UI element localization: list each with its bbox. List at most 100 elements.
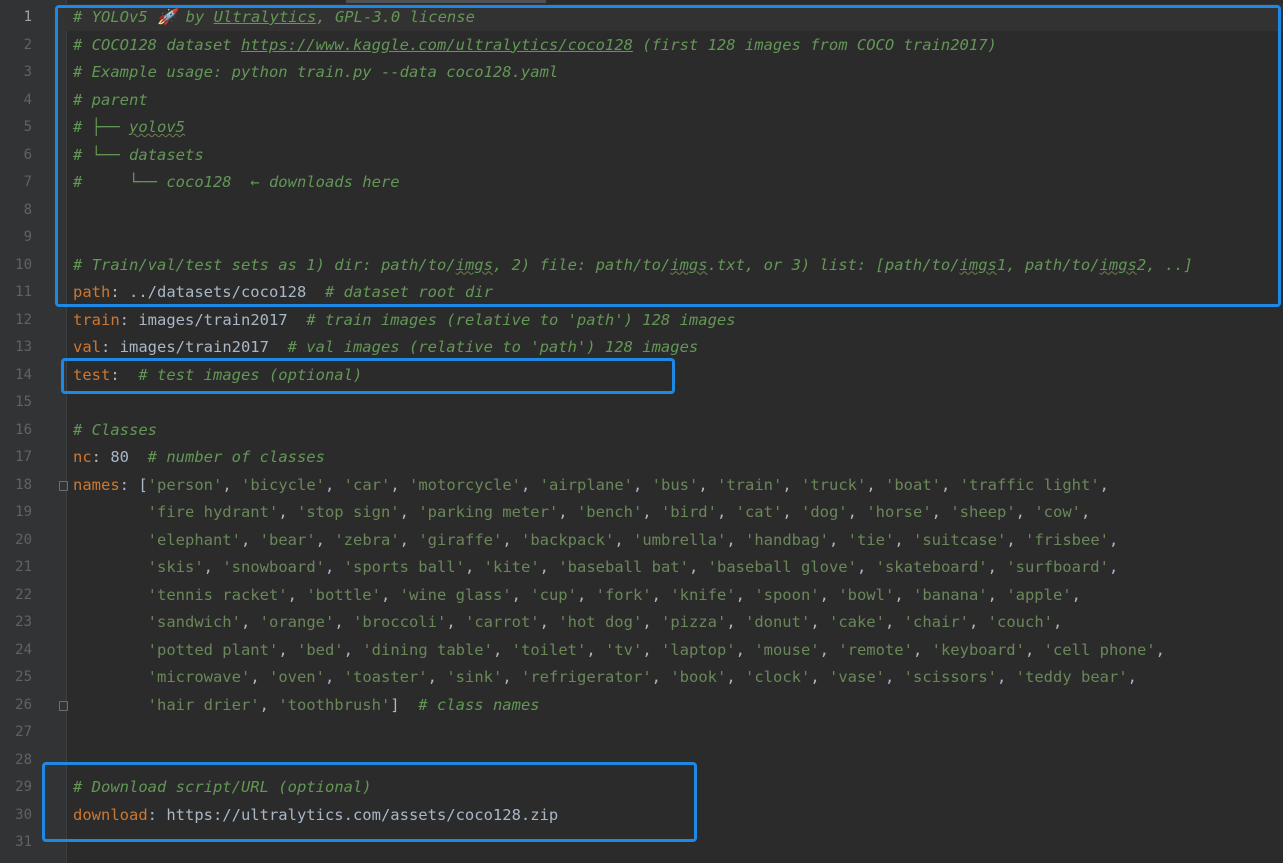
code-token: 'traffic light' <box>959 475 1100 494</box>
code-token: , <box>1015 503 1035 521</box>
code-line[interactable]: 12 train: images/train2017 # train images… <box>0 307 1283 335</box>
code-token: 'bottle' <box>306 585 381 604</box>
code-text: path: ../datasets/coco128 # dataset root… <box>73 279 493 307</box>
code-token: , <box>941 475 960 494</box>
code-token: # COCO128 dataset <box>73 35 241 54</box>
code-line[interactable]: 9 <box>0 224 1283 252</box>
code-line[interactable]: 27 <box>0 719 1283 747</box>
line-number: 24 <box>15 641 32 658</box>
code-token: 'toaster' <box>343 668 428 686</box>
code-token: 2, ..] <box>1136 255 1193 274</box>
code-token: imgs <box>455 255 493 274</box>
code-token: , <box>1071 585 1081 604</box>
code-token: , <box>278 640 297 659</box>
code-line[interactable]: 1 # YOLOv5 🚀 by Ultralytics, GPL-3.0 lice… <box>0 4 1283 32</box>
code-token: , <box>633 475 652 494</box>
code-line[interactable]: 10 # Train/val/test sets as 1) dir: path/… <box>0 252 1283 280</box>
fold-marker-icon[interactable] <box>59 700 68 711</box>
code-token: 'orange' <box>259 613 335 631</box>
code-line[interactable]: 16 # Classes <box>0 417 1283 445</box>
line-number: 22 <box>15 586 32 603</box>
code-token: , <box>492 640 512 659</box>
code-editor[interactable]: 1 # YOLOv5 🚀 by Ultralytics, GPL-3.0 lice… <box>0 0 1283 863</box>
line-number: 16 <box>15 421 32 438</box>
code-token: 'scissors' <box>903 668 997 686</box>
code-token: , <box>735 585 755 604</box>
code-token: , <box>343 640 363 659</box>
code-token: , <box>446 613 465 631</box>
code-token: 'broccoli' <box>352 613 447 631</box>
code-line[interactable]: 8 <box>0 197 1283 225</box>
code-line[interactable]: 26 'hair drier', 'toothbrush'] # class n… <box>0 692 1283 720</box>
line-number: 19 <box>15 504 32 520</box>
code-line[interactable]: 7 # └── coco128 ← downloads here <box>0 169 1283 197</box>
code-line[interactable]: 17 nc: 80 # number of classes <box>0 444 1283 472</box>
code-line[interactable]: 31 <box>0 829 1283 857</box>
code-token: , <box>203 558 223 576</box>
code-line[interactable]: 23 'sandwich', 'orange', 'broccoli', 'ca… <box>0 609 1283 637</box>
code-token: , <box>278 503 297 521</box>
code-line[interactable]: 21 'skis', 'snowboard', 'sports ball', '… <box>0 554 1283 582</box>
code-line[interactable]: 11 path: ../datasets/coco128 # dataset ro… <box>0 279 1283 307</box>
code-line[interactable]: 20 'elephant', 'bear', 'zebra', 'giraffe… <box>0 527 1283 555</box>
code-token: , <box>968 613 988 631</box>
code-token: # └── datasets <box>73 145 204 164</box>
code-token: # Download script/URL (optional) <box>73 778 372 796</box>
code-text: 'elephant', 'bear', 'zebra', 'giraffe', … <box>73 527 1119 555</box>
code-line[interactable]: 6 # └── datasets <box>0 142 1283 170</box>
code-line[interactable]: 25 'microwave', 'oven', 'toaster', 'sink… <box>0 664 1283 692</box>
line-number: 26 <box>15 696 32 713</box>
code-line[interactable]: 3 # Example usage: python train.py --data… <box>0 59 1283 87</box>
code-token: , <box>885 668 904 686</box>
code-token: val <box>73 338 101 356</box>
code-token: 'remote' <box>838 640 913 659</box>
code-token: , <box>558 503 577 521</box>
code-token: # Example usage: python train.py --data … <box>73 63 559 81</box>
code-token: , <box>1081 503 1091 521</box>
code-token: , <box>894 585 913 604</box>
code-token: 'person' <box>147 475 223 494</box>
code-token: 'truck' <box>801 475 867 494</box>
code-token: , <box>987 558 1007 576</box>
code-token: : 80 <box>91 448 148 466</box>
code-line[interactable]: 29 # Download script/URL (optional) <box>0 774 1283 802</box>
code-line[interactable]: 2 # COCO128 dataset https://www.kaggle.co… <box>0 32 1283 60</box>
code-token: : https://ultralytics.com/assets/coco128… <box>147 805 559 824</box>
code-token: 'sports ball' <box>343 558 465 576</box>
editor-tab-indicator <box>346 0 546 3</box>
code-token: # train images (relative to 'path') 128 … <box>306 310 736 329</box>
code-token: , <box>810 668 829 686</box>
code-token: 'fork' <box>595 585 652 604</box>
code-line[interactable]: 24 'potted plant', 'bed', 'dining table'… <box>0 637 1283 665</box>
code-token: 'frisbee' <box>1025 530 1110 549</box>
code-token: # └── coco128 ← downloads here <box>73 173 400 191</box>
code-line[interactable]: 22 'tennis racket', 'bottle', 'wine glas… <box>0 582 1283 610</box>
code-line[interactable]: 5 # ├── yolov5 <box>0 114 1283 142</box>
code-line[interactable]: 19 'fire hydrant', 'stop sign', 'parking… <box>0 499 1283 527</box>
code-token: , <box>586 640 605 659</box>
code-token: 'backpack' <box>521 530 615 549</box>
code-token: , <box>1108 558 1119 576</box>
code-token: , <box>324 558 344 576</box>
code-line[interactable]: 28 <box>0 747 1283 775</box>
code-token: 'sheep' <box>950 503 1016 521</box>
line-number: 1 <box>23 9 32 25</box>
code-token: 'sink' <box>446 668 503 686</box>
code-text: # Example usage: python train.py --data … <box>73 59 558 87</box>
code-token: # val images (relative to 'path') 128 im… <box>287 338 699 356</box>
code-line[interactable]: 13 val: images/train2017 # val images (re… <box>0 334 1283 362</box>
code-token: , <box>856 558 876 576</box>
code-line[interactable]: 15 <box>0 389 1283 417</box>
code-line[interactable]: 30 download: https://ultralytics.com/asse… <box>0 802 1283 830</box>
code-token: 'couch' <box>987 613 1053 631</box>
code-line[interactable]: 14 test: # test images (optional) <box>0 362 1283 390</box>
fold-marker-icon[interactable] <box>59 480 68 491</box>
code-token: , <box>1024 640 1044 659</box>
code-line[interactable]: 18 names: ['person', 'bicycle', 'car', 'm… <box>0 472 1283 500</box>
code-token: , <box>334 613 353 631</box>
code-line[interactable]: 4 # parent <box>0 87 1283 115</box>
code-token: , 2) file: path/to/ <box>492 255 671 274</box>
